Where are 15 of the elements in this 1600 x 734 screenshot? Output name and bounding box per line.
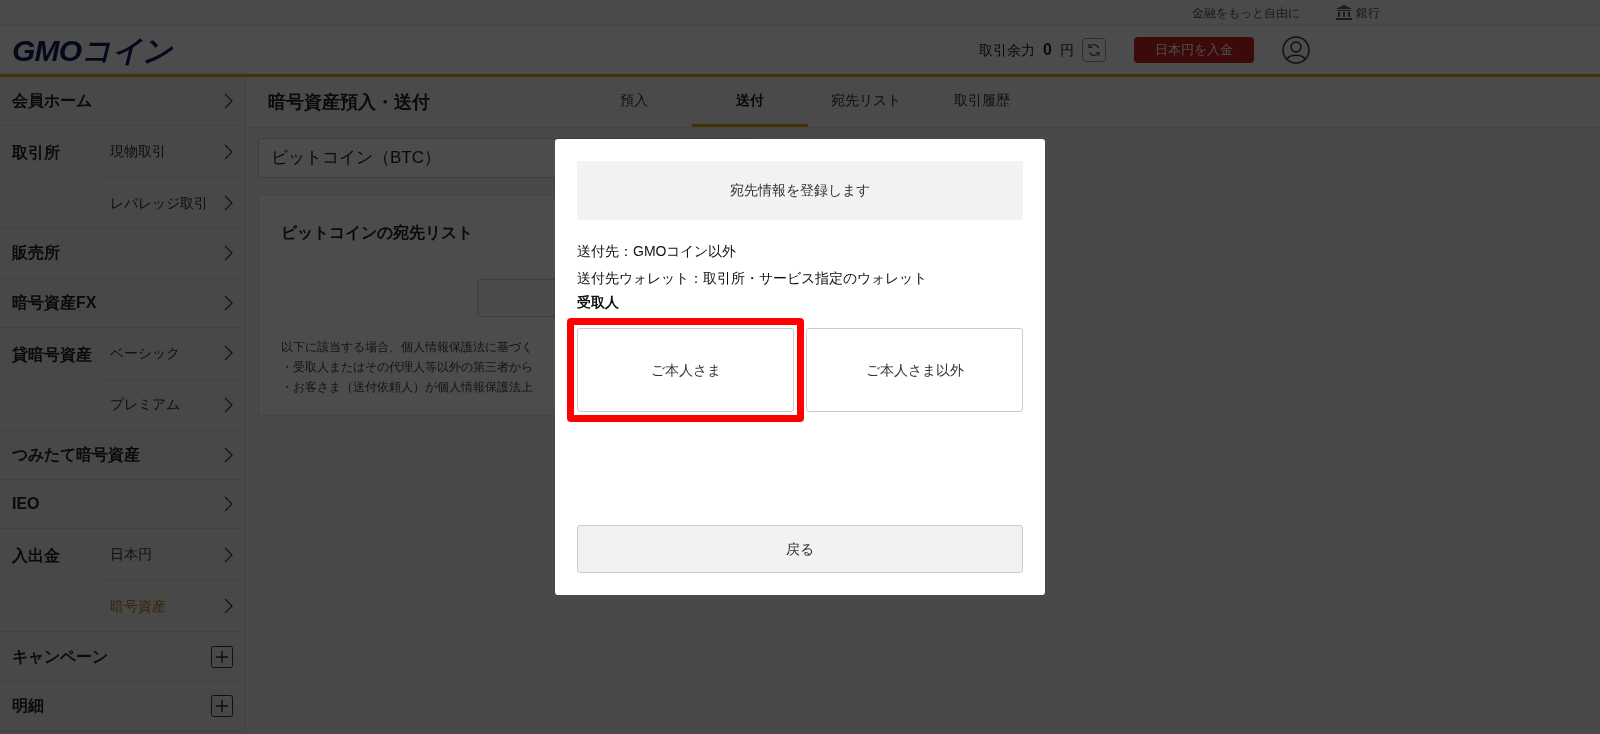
recipient-label: 受取人 <box>577 293 620 312</box>
recipient-option[interactable]: ご本人さま <box>577 328 794 412</box>
sidebar-section-label: 貸暗号資産 <box>11 344 93 365</box>
detail-text: 送付先：GMOコイン以外 <box>577 242 738 261</box>
back-button[interactable]: 戻る <box>577 525 1023 573</box>
page-title: 暗号資産預入・送付 <box>267 90 431 114</box>
card-title: ビットコインの宛先リスト <box>281 223 474 243</box>
modal-heading: 宛先情報を登録します <box>577 161 1023 220</box>
balance-label: 取引余力 <box>979 40 1036 60</box>
recipient-option[interactable]: ご本人さま以外 <box>806 328 1023 412</box>
balance-value: 0 <box>1043 40 1052 60</box>
detail-text: 送付先ウォレット：取引所・サービス指定のウォレット <box>577 269 928 288</box>
sidebar-section-label: 取引所 <box>11 143 61 164</box>
balance-unit: 円 <box>1060 40 1074 60</box>
sidebar-section-label: 入出金 <box>11 546 61 567</box>
